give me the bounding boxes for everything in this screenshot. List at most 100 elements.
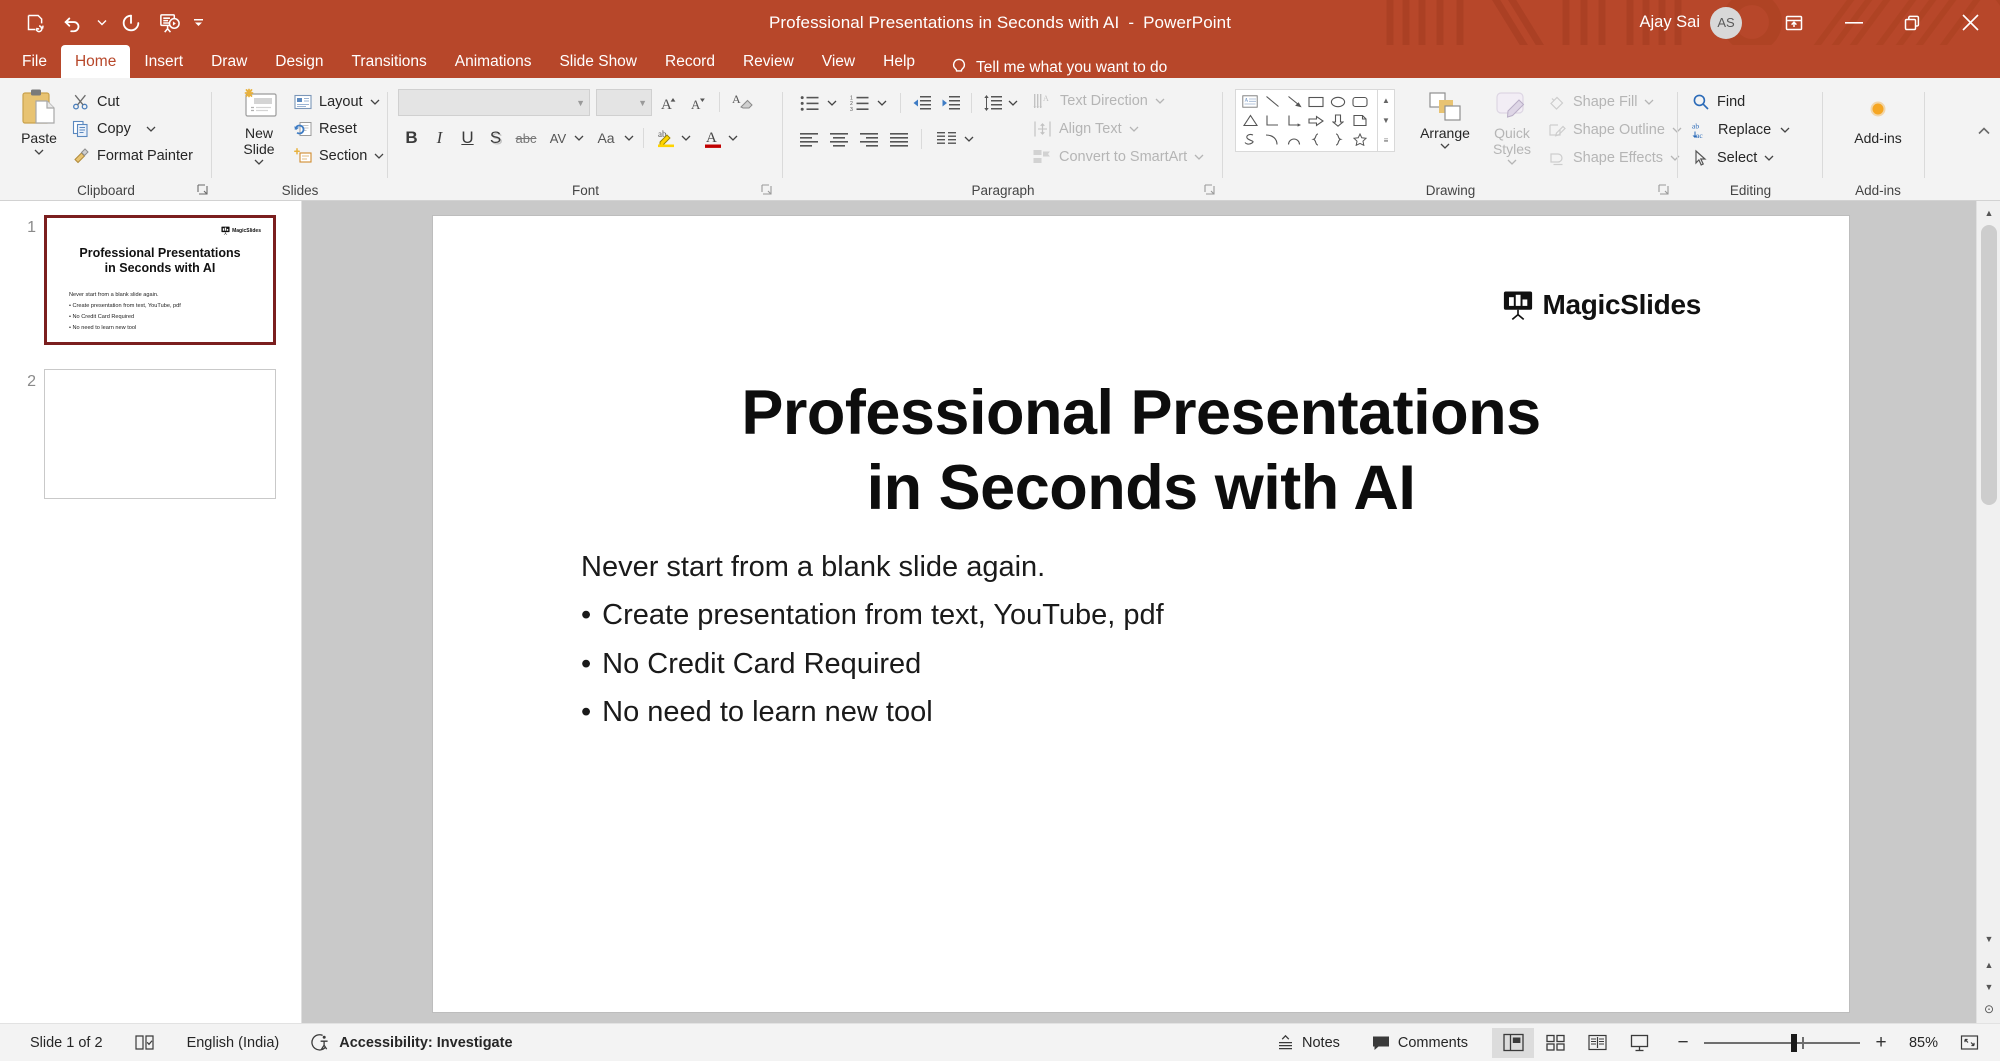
thumbnail-row-2[interactable]: 2: [10, 369, 276, 499]
slide-counter[interactable]: Slide 1 of 2: [14, 1028, 119, 1058]
tab-insert[interactable]: Insert: [130, 45, 197, 78]
rectangle-shape[interactable]: [1305, 92, 1327, 111]
tab-record[interactable]: Record: [651, 45, 729, 78]
flowchart-shape[interactable]: [1349, 111, 1371, 130]
shapes-gallery[interactable]: A: [1235, 89, 1378, 152]
oval-shape[interactable]: [1327, 92, 1349, 111]
bullets-button[interactable]: [795, 90, 825, 116]
paste-button[interactable]: Paste: [10, 88, 68, 157]
tab-file[interactable]: File: [8, 45, 61, 78]
tab-transitions[interactable]: Transitions: [338, 45, 441, 78]
increase-font-size-button[interactable]: A: [656, 89, 683, 115]
accessibility-status[interactable]: Accessibility: Investigate: [295, 1028, 528, 1058]
arrange-button[interactable]: Arrange: [1413, 90, 1477, 151]
change-case-caret[interactable]: [624, 133, 634, 143]
collapse-ribbon-icon[interactable]: [1976, 124, 1992, 140]
zoom-level-label[interactable]: 85%: [1896, 1035, 1948, 1051]
increase-indent-button[interactable]: [937, 90, 964, 116]
language-status[interactable]: English (India): [171, 1028, 296, 1058]
columns-button[interactable]: [931, 126, 961, 152]
font-name-combo[interactable]: ▼: [398, 89, 590, 116]
italic-button[interactable]: I: [426, 125, 453, 151]
slide-sorter-view-button[interactable]: [1534, 1028, 1576, 1058]
drawing-dialog-launcher-icon[interactable]: [1657, 183, 1671, 197]
decrease-font-size-button[interactable]: A: [685, 89, 712, 115]
layout-button[interactable]: Layout: [294, 89, 384, 115]
elbow-arrow-connector-shape[interactable]: [1283, 111, 1305, 130]
layout-dropdown-caret[interactable]: [370, 97, 380, 107]
account-area[interactable]: Ajay Sai AS: [1639, 7, 1742, 39]
reading-view-button[interactable]: [1576, 1028, 1618, 1058]
undo-icon[interactable]: [56, 6, 90, 40]
shapes-gallery-scrollbar[interactable]: ▲ ▼ ≡: [1378, 89, 1395, 152]
numbering-button[interactable]: 123: [845, 90, 875, 116]
curve-shape[interactable]: [1261, 130, 1283, 149]
thumbnail-row-1[interactable]: 1 MagicSlides Professional Presentations…: [10, 215, 276, 345]
bold-button[interactable]: B: [398, 125, 425, 151]
text-shadow-button[interactable]: S: [482, 125, 509, 151]
back-to-previous-icon[interactable]: ⊙: [1977, 997, 2000, 1021]
right-arrow-shape[interactable]: [1305, 111, 1327, 130]
align-left-button[interactable]: [795, 126, 822, 152]
tab-view[interactable]: View: [808, 45, 869, 78]
paste-dropdown-caret[interactable]: [34, 147, 44, 157]
avatar[interactable]: AS: [1710, 7, 1742, 39]
cut-button[interactable]: Cut: [72, 89, 193, 115]
font-dialog-launcher-icon[interactable]: [760, 183, 774, 197]
zoom-in-button[interactable]: +: [1866, 1028, 1896, 1058]
line-shape[interactable]: [1261, 92, 1283, 111]
text-highlight-color-button[interactable]: ab: [652, 125, 679, 151]
zoom-out-button[interactable]: −: [1668, 1028, 1698, 1058]
replace-caret[interactable]: [1780, 125, 1790, 135]
shapes-scroll-down-icon[interactable]: ▼: [1378, 110, 1394, 130]
comments-button[interactable]: Comments: [1356, 1028, 1484, 1058]
new-slide-dropdown-caret[interactable]: [254, 157, 264, 167]
arrow-shape[interactable]: [1283, 92, 1305, 111]
clear-formatting-button[interactable]: A: [727, 89, 759, 115]
replace-button[interactable]: ab ac Replace: [1692, 117, 1790, 143]
ribbon-display-options-icon[interactable]: [1764, 0, 1824, 45]
right-brace-shape[interactable]: [1327, 130, 1349, 149]
tab-help[interactable]: Help: [869, 45, 929, 78]
line-spacing-button[interactable]: [979, 90, 1006, 116]
close-button[interactable]: [1940, 0, 2000, 45]
shapes-gallery-more-icon[interactable]: ≡: [1378, 131, 1394, 151]
copy-button[interactable]: Copy: [72, 116, 193, 142]
normal-view-button[interactable]: [1492, 1028, 1534, 1058]
select-caret[interactable]: [1764, 153, 1774, 163]
spell-check-status[interactable]: [119, 1028, 171, 1058]
new-slide-button[interactable]: New Slide: [228, 88, 290, 167]
scroll-up-icon[interactable]: ▲: [1977, 201, 2000, 225]
undo-dropdown-caret[interactable]: [94, 6, 110, 40]
add-ins-button[interactable]: Add-ins: [1841, 96, 1915, 146]
tab-draw[interactable]: Draw: [197, 45, 261, 78]
slide-thumbnail-1[interactable]: MagicSlides Professional Presentations i…: [44, 215, 276, 345]
paragraph-dialog-launcher-icon[interactable]: [1203, 183, 1217, 197]
columns-caret[interactable]: [964, 134, 974, 144]
slide-body[interactable]: Never start from a blank slide again. • …: [581, 548, 1164, 731]
slide-thumbnail-2[interactable]: [44, 369, 276, 499]
tab-design[interactable]: Design: [261, 45, 337, 78]
line-spacing-caret[interactable]: [1008, 98, 1018, 108]
down-arrow-shape[interactable]: [1327, 111, 1349, 130]
underline-button[interactable]: U: [454, 125, 481, 151]
save-icon[interactable]: [18, 6, 52, 40]
fit-to-window-button[interactable]: [1948, 1028, 1990, 1058]
find-button[interactable]: Find: [1692, 89, 1790, 115]
justify-button[interactable]: [885, 126, 912, 152]
rounded-rectangle-shape[interactable]: [1349, 92, 1371, 111]
slide-thumbnail-panel[interactable]: 1 MagicSlides Professional Presentations…: [0, 201, 302, 1023]
character-spacing-button[interactable]: AV: [543, 125, 573, 151]
current-slide[interactable]: MagicSlides Professional Presentations i…: [433, 216, 1849, 1012]
section-button[interactable]: Section: [294, 143, 384, 169]
tab-home[interactable]: Home: [61, 45, 130, 78]
notes-button[interactable]: Notes: [1261, 1028, 1356, 1058]
previous-slide-icon[interactable]: ▲: [1977, 953, 2000, 977]
customize-qat-caret[interactable]: [190, 6, 206, 40]
font-size-caret[interactable]: ▼: [638, 98, 647, 108]
decrease-indent-button[interactable]: [908, 90, 935, 116]
reset-button[interactable]: Reset: [294, 116, 384, 142]
quick-access-toolbar[interactable]: [18, 0, 206, 45]
character-spacing-caret[interactable]: [574, 133, 584, 143]
redo-icon[interactable]: [114, 6, 148, 40]
